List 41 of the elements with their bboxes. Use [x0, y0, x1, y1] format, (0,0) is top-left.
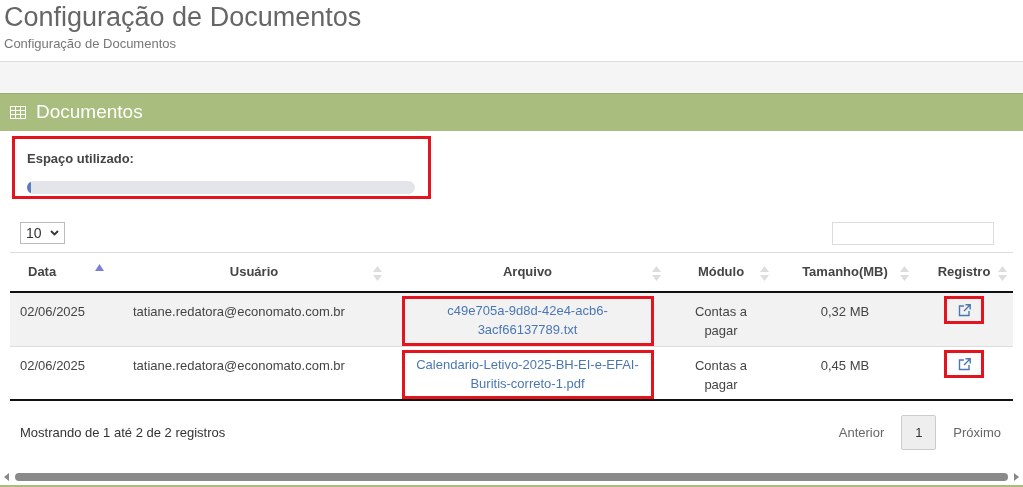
user-cell-text: tatiane.redatora@economato.com.br — [133, 357, 345, 375]
table-info: Mostrando de 1 até 2 de 2 registros — [20, 423, 226, 442]
sort-icon[interactable] — [998, 266, 1007, 281]
sort-ascending-icon[interactable] — [95, 264, 104, 271]
sort-icon[interactable] — [760, 266, 769, 281]
table-icon — [10, 106, 26, 119]
page-length-select[interactable]: 10 — [20, 222, 65, 244]
column-header[interactable]: Arquivo — [502, 262, 553, 282]
module-cell-text: Contas a pagar — [693, 303, 748, 340]
file-link[interactable]: Calendario-Letivo-2025-BH-EI-e-EFAI-Buritis-correto-1.pdf — [401, 350, 654, 399]
space-used-label: Espaço utilizado: — [27, 150, 135, 168]
column-header[interactable]: Registro — [937, 262, 991, 282]
size-cell-text: 0,45 MB — [820, 357, 870, 375]
column-header[interactable]: Tamanho(MB) — [802, 262, 888, 282]
sort-icon[interactable] — [900, 266, 909, 281]
pagination-button[interactable]: 1 — [901, 415, 937, 450]
column-header[interactable]: Módulo — [697, 262, 745, 282]
panel-title: Documentos — [36, 100, 143, 125]
file-link[interactable]: c49e705a-9d8d-42e4-acb6-3acf66137789.txt — [401, 296, 654, 346]
scrollbar-thumb[interactable] — [15, 473, 1008, 481]
pagination-button[interactable]: Anterior — [838, 422, 885, 443]
size-cell-text: 0,32 MB — [820, 303, 870, 321]
date-cell-text: 02/06/2025 — [20, 357, 86, 375]
chevron-down-icon — [50, 230, 59, 236]
user-cell-text: tatiane.redatora@economato.com.br — [133, 303, 345, 321]
pagination-button[interactable]: Próximo — [953, 422, 1001, 443]
page-subtitle: Configuração de Documentos — [4, 35, 177, 53]
module-cell-text: Contas a pagar — [693, 357, 748, 394]
external-link-icon — [957, 357, 971, 371]
scroll-left-icon[interactable] — [4, 473, 9, 481]
column-header[interactable]: Usuário — [229, 262, 279, 282]
sort-icon[interactable] — [652, 266, 661, 281]
sort-icon[interactable] — [373, 266, 382, 281]
external-link-icon — [957, 303, 971, 317]
scroll-right-icon[interactable] — [1014, 473, 1019, 481]
open-record-link[interactable] — [944, 296, 984, 324]
open-record-link[interactable] — [944, 350, 984, 378]
date-cell-text: 02/06/2025 — [20, 303, 86, 321]
search-field[interactable] — [832, 221, 994, 245]
page-title: Configuração de Documentos — [4, 1, 363, 34]
column-header[interactable]: Data — [28, 262, 57, 282]
